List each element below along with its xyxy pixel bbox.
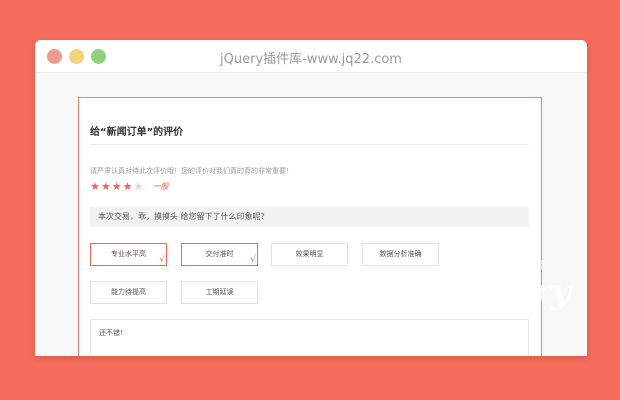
star-3-icon[interactable]: ★	[112, 181, 122, 192]
tag-accurate-analysis[interactable]: 数据分析准确	[362, 243, 439, 266]
comment-textarea[interactable]	[90, 319, 529, 356]
tag-on-time[interactable]: 交付准时 √	[181, 243, 258, 266]
divider	[90, 144, 529, 145]
check-icon: √	[159, 255, 165, 265]
tag-needs-improvement[interactable]: 能力待提高	[90, 281, 167, 304]
rating-label: 一般	[152, 182, 169, 191]
review-title: 给“新闻订单”的评价	[90, 127, 184, 138]
check-icon: √	[250, 255, 256, 265]
tag-label: 专业水平高	[111, 250, 146, 258]
star-4-icon[interactable]: ★	[123, 181, 133, 192]
tag-delayed[interactable]: 工期延误	[181, 281, 258, 304]
star-5-icon[interactable]: ★	[134, 181, 144, 192]
tag-professional[interactable]: 专业水平高 √	[90, 243, 167, 266]
impression-question: 本次交易，乖，摸摸头 给您留下了什么印象呢?	[90, 207, 529, 227]
tag-label: 效果明显	[295, 250, 324, 258]
browser-window: jQuery插件库-www.jq22.com 给“新闻订单”的评价 请严肃认真对…	[35, 40, 587, 356]
star-rating: ★ ★ ★ ★ ★ 一般	[90, 181, 168, 192]
tag-label: 能力待提高	[111, 288, 146, 296]
tag-label: 交付准时	[205, 250, 234, 258]
review-panel: 给“新闻订单”的评价 请严肃认真对待此次评价哦！您的评价对我们真的真的非常重要！…	[78, 97, 542, 356]
star-2-icon[interactable]: ★	[101, 181, 111, 192]
tag-effective[interactable]: 效果明显	[271, 243, 348, 266]
star-1-icon[interactable]: ★	[90, 181, 100, 192]
tag-label: 数据分析准确	[379, 250, 422, 258]
page-content: 给“新闻订单”的评价 请严肃认真对待此次评价哦！您的评价对我们真的真的非常重要！…	[35, 73, 587, 356]
window-title: jQuery插件库-www.jq22.com	[220, 52, 402, 67]
title-bar: jQuery插件库-www.jq22.com	[35, 40, 587, 73]
tag-label: 工期延误	[205, 288, 234, 296]
review-hint: 请严肃认真对待此次评价哦！您的评价对我们真的真的非常重要！	[90, 167, 293, 175]
